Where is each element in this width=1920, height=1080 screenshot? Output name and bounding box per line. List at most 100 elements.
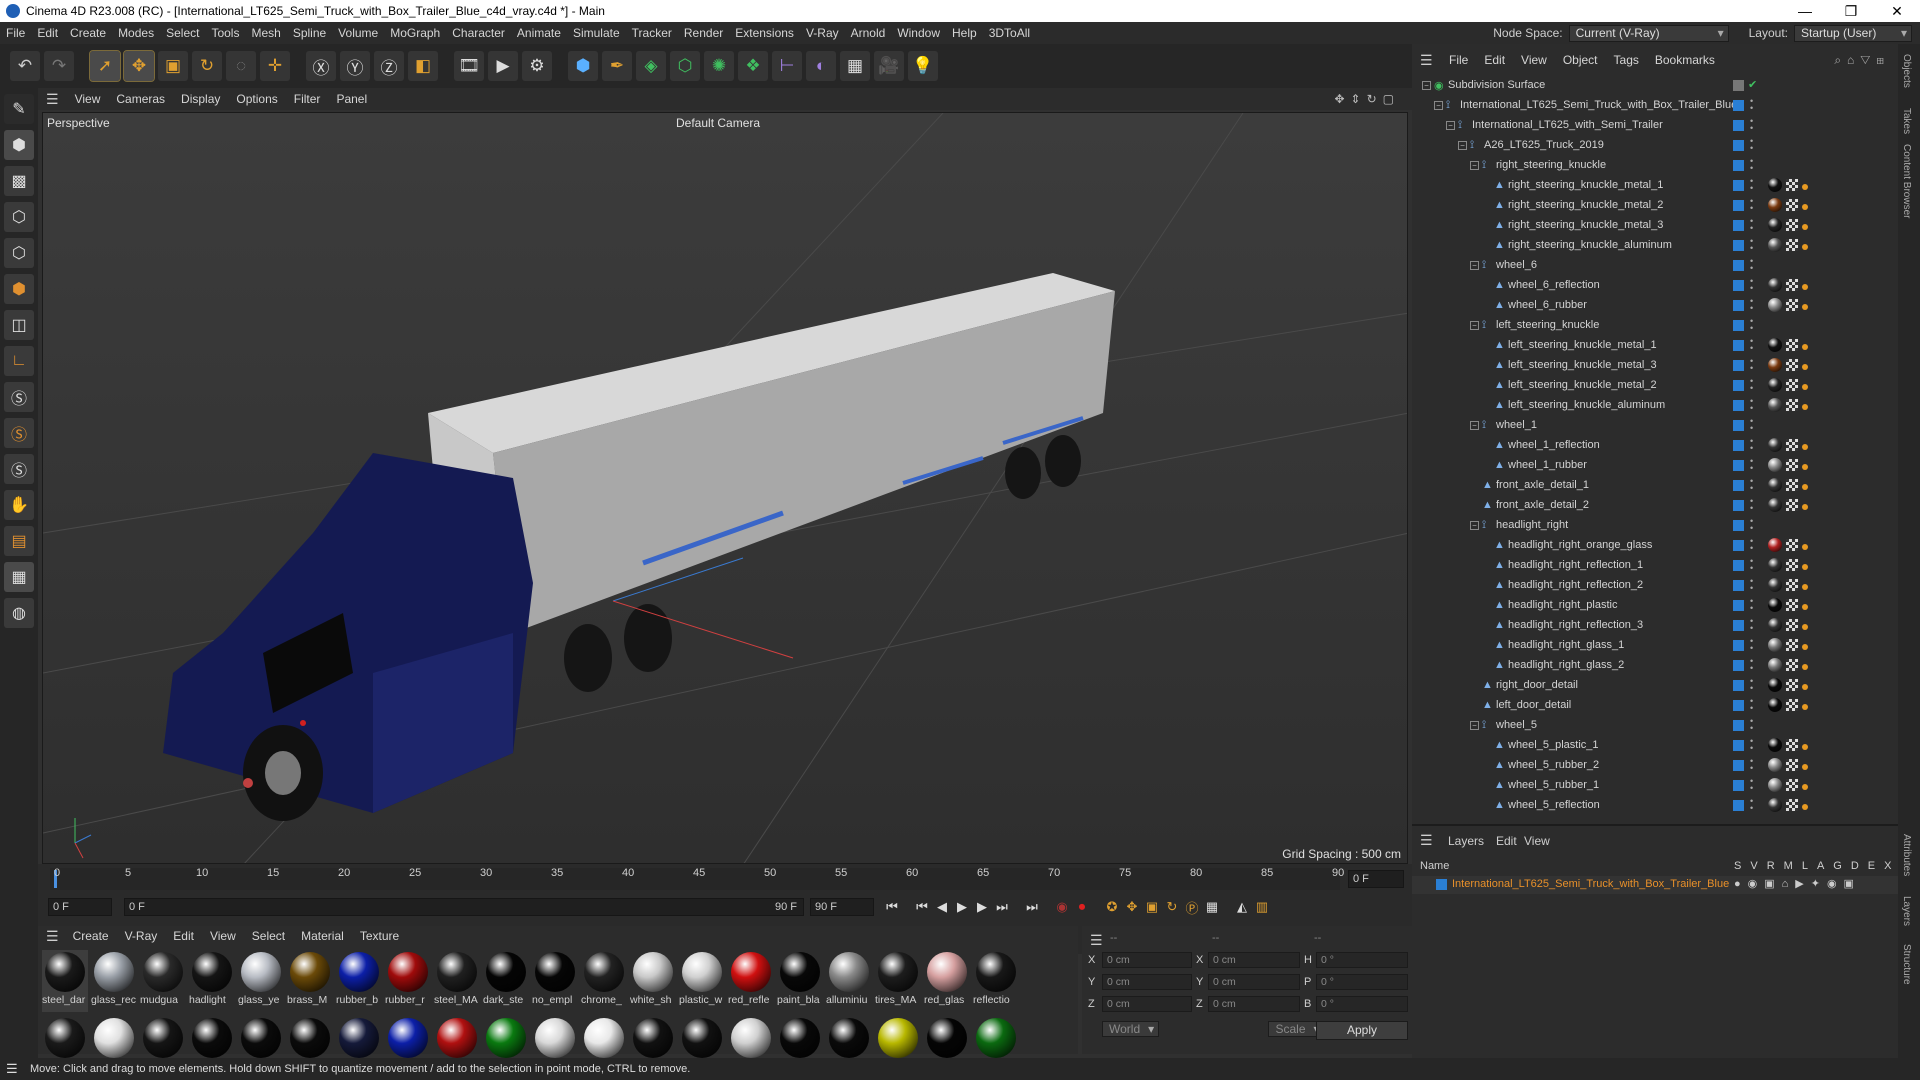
object-tree-row[interactable]: − ⟟ wheel_6 • • [1412,256,1898,276]
expand-toggle[interactable]: − [1458,141,1467,150]
uvw-tag-icon[interactable] [1786,539,1798,551]
material-hamburger-icon[interactable]: ☰ [46,928,59,945]
visibility-dots[interactable]: • • [1750,757,1753,773]
material-swatch[interactable]: alluminiu [826,950,872,1012]
visibility-dots[interactable]: • • [1750,257,1753,273]
material-swatch[interactable] [973,1016,1019,1058]
object-tree-row[interactable]: ▲ right_steering_knuckle_metal_1 • • [1412,176,1898,196]
layer-color-swatch[interactable] [1733,160,1744,171]
object-name[interactable]: wheel_6 [1496,259,1537,271]
uvw-tag-icon[interactable] [1786,679,1798,691]
visibility-dots[interactable]: • • [1750,137,1753,153]
object-name[interactable]: wheel_5_reflection [1508,799,1600,811]
key-position-icon[interactable]: ✥ [1122,897,1142,917]
visibility-dots[interactable]: • • [1750,377,1753,393]
object-menu-file[interactable]: File [1442,53,1475,67]
menu-help[interactable]: Help [946,26,983,40]
frame-range-slider[interactable]: 0 F 90 F [124,898,804,916]
edges-mode-icon[interactable]: ⬡ [4,238,34,268]
size-y-field[interactable]: 0 cm [1208,974,1300,990]
object-tree-row[interactable]: − ◉ Subdivision Surface ✔ [1412,76,1898,96]
visibility-dots[interactable]: • • [1750,497,1753,513]
viewport-menu-filter[interactable]: Filter [288,92,327,106]
object-tree-row[interactable]: ▲ right_steering_knuckle_metal_3 • • [1412,216,1898,236]
vray-tag-icon[interactable] [1802,244,1808,250]
material-swatch[interactable]: glass_ye [238,950,284,1012]
visibility-dots[interactable]: • • [1750,417,1753,433]
tab-attributes[interactable]: Attributes [1901,834,1912,876]
visibility-dots[interactable]: • • [1750,537,1753,553]
minimize-button[interactable]: — [1782,0,1828,22]
layer-color-swatch[interactable] [1733,580,1744,591]
menu-tracker[interactable]: Tracker [626,26,678,40]
material-swatch[interactable]: white_sh [630,950,676,1012]
layer-color-swatch[interactable] [1733,260,1744,271]
workplane-icon[interactable]: ▤ [4,526,34,556]
object-tree-row[interactable]: ▲ headlight_right_reflection_3 • • [1412,616,1898,636]
visibility-dots[interactable]: • • [1750,437,1753,453]
object-name[interactable]: wheel_5_plastic_1 [1508,739,1599,751]
coords-hamburger-icon[interactable]: ☰ [1090,932,1103,949]
layer-row[interactable]: International_LT625_Semi_Truck_with_Box_… [1412,876,1898,894]
key-selection-icon[interactable]: ✪ [1102,897,1122,917]
material-swatch[interactable]: rubber_b [336,950,382,1012]
layer-color-swatch[interactable] [1733,240,1744,251]
layer-color-swatch[interactable] [1733,320,1744,331]
material-tag-icon[interactable] [1768,218,1782,232]
uvw-tag-icon[interactable] [1786,219,1798,231]
layer-color-swatch[interactable] [1733,480,1744,491]
object-tree-row[interactable]: ▲ wheel_5_rubber_2 • • [1412,756,1898,776]
layer-menu-edit[interactable]: Edit [1496,834,1517,848]
menu-character[interactable]: Character [446,26,511,40]
object-name[interactable]: right_door_detail [1496,679,1578,691]
material-tag-icon[interactable] [1768,778,1782,792]
object-name[interactable]: headlight_right_reflection_3 [1508,619,1643,631]
object-tree-row[interactable]: − ⟟ headlight_right • • [1412,516,1898,536]
next-key-icon[interactable]: ⏭ [992,897,1012,917]
object-tree-row[interactable]: − ⟟ left_steering_knuckle • • [1412,316,1898,336]
material-swatch[interactable]: tires_MA [875,950,921,1012]
visibility-dots[interactable]: • • [1750,237,1753,253]
uvw-tag-icon[interactable] [1786,499,1798,511]
layer-color-swatch[interactable] [1733,140,1744,151]
start-frame-field[interactable]: 0 F [48,898,112,916]
visibility-dots[interactable]: • • [1750,717,1753,733]
menu-mograph[interactable]: MoGraph [384,26,446,40]
transform-tool-icon[interactable]: ◌ [226,51,256,81]
material-swatch[interactable] [189,1016,235,1058]
layer-color-swatch[interactable] [1733,520,1744,531]
material-tag-icon[interactable] [1768,498,1782,512]
layer-hamburger-icon[interactable]: ☰ [1420,832,1433,849]
material-tag-icon[interactable] [1768,538,1782,552]
uvw-tag-icon[interactable] [1786,359,1798,371]
object-hamburger-icon[interactable]: ☰ [1420,52,1433,69]
material-menu-vray[interactable]: V-Ray [119,929,164,943]
object-tree-row[interactable]: ▲ headlight_right_glass_1 • • [1412,636,1898,656]
y-axis-lock-icon[interactable]: Ⓨ [340,51,370,81]
menu-spline[interactable]: Spline [287,26,332,40]
go-to-start-icon[interactable]: ⏮ [882,897,902,917]
vray-tag-icon[interactable] [1802,304,1808,310]
key-rotation-icon[interactable]: ↻ [1162,897,1182,917]
object-name[interactable]: headlight_right [1496,519,1568,531]
material-menu-material[interactable]: Material [295,929,350,943]
visibility-dots[interactable]: • • [1750,457,1753,473]
uvw-tag-icon[interactable] [1786,559,1798,571]
material-tag-icon[interactable] [1768,378,1782,392]
vray-tag-icon[interactable] [1802,404,1808,410]
material-swatch[interactable]: red_refle [728,950,774,1012]
layer-color-swatch[interactable] [1733,300,1744,311]
menu-extensions[interactable]: Extensions [729,26,800,40]
uvw-tag-icon[interactable] [1786,599,1798,611]
field-icon[interactable]: ◐ [806,51,836,81]
visibility-dots[interactable]: • • [1750,637,1753,653]
expand-toggle[interactable]: − [1470,521,1479,530]
object-name[interactable]: wheel_5_rubber_1 [1508,779,1599,791]
object-name[interactable]: wheel_5 [1496,719,1537,731]
size-z-field[interactable]: 0 cm [1208,996,1300,1012]
uvw-tag-icon[interactable] [1786,199,1798,211]
object-tree-row[interactable]: ▲ front_axle_detail_2 • • [1412,496,1898,516]
node-space-dropdown[interactable]: Current (V-Ray) [1568,24,1729,42]
material-tag-icon[interactable] [1768,638,1782,652]
menu-mesh[interactable]: Mesh [245,26,286,40]
